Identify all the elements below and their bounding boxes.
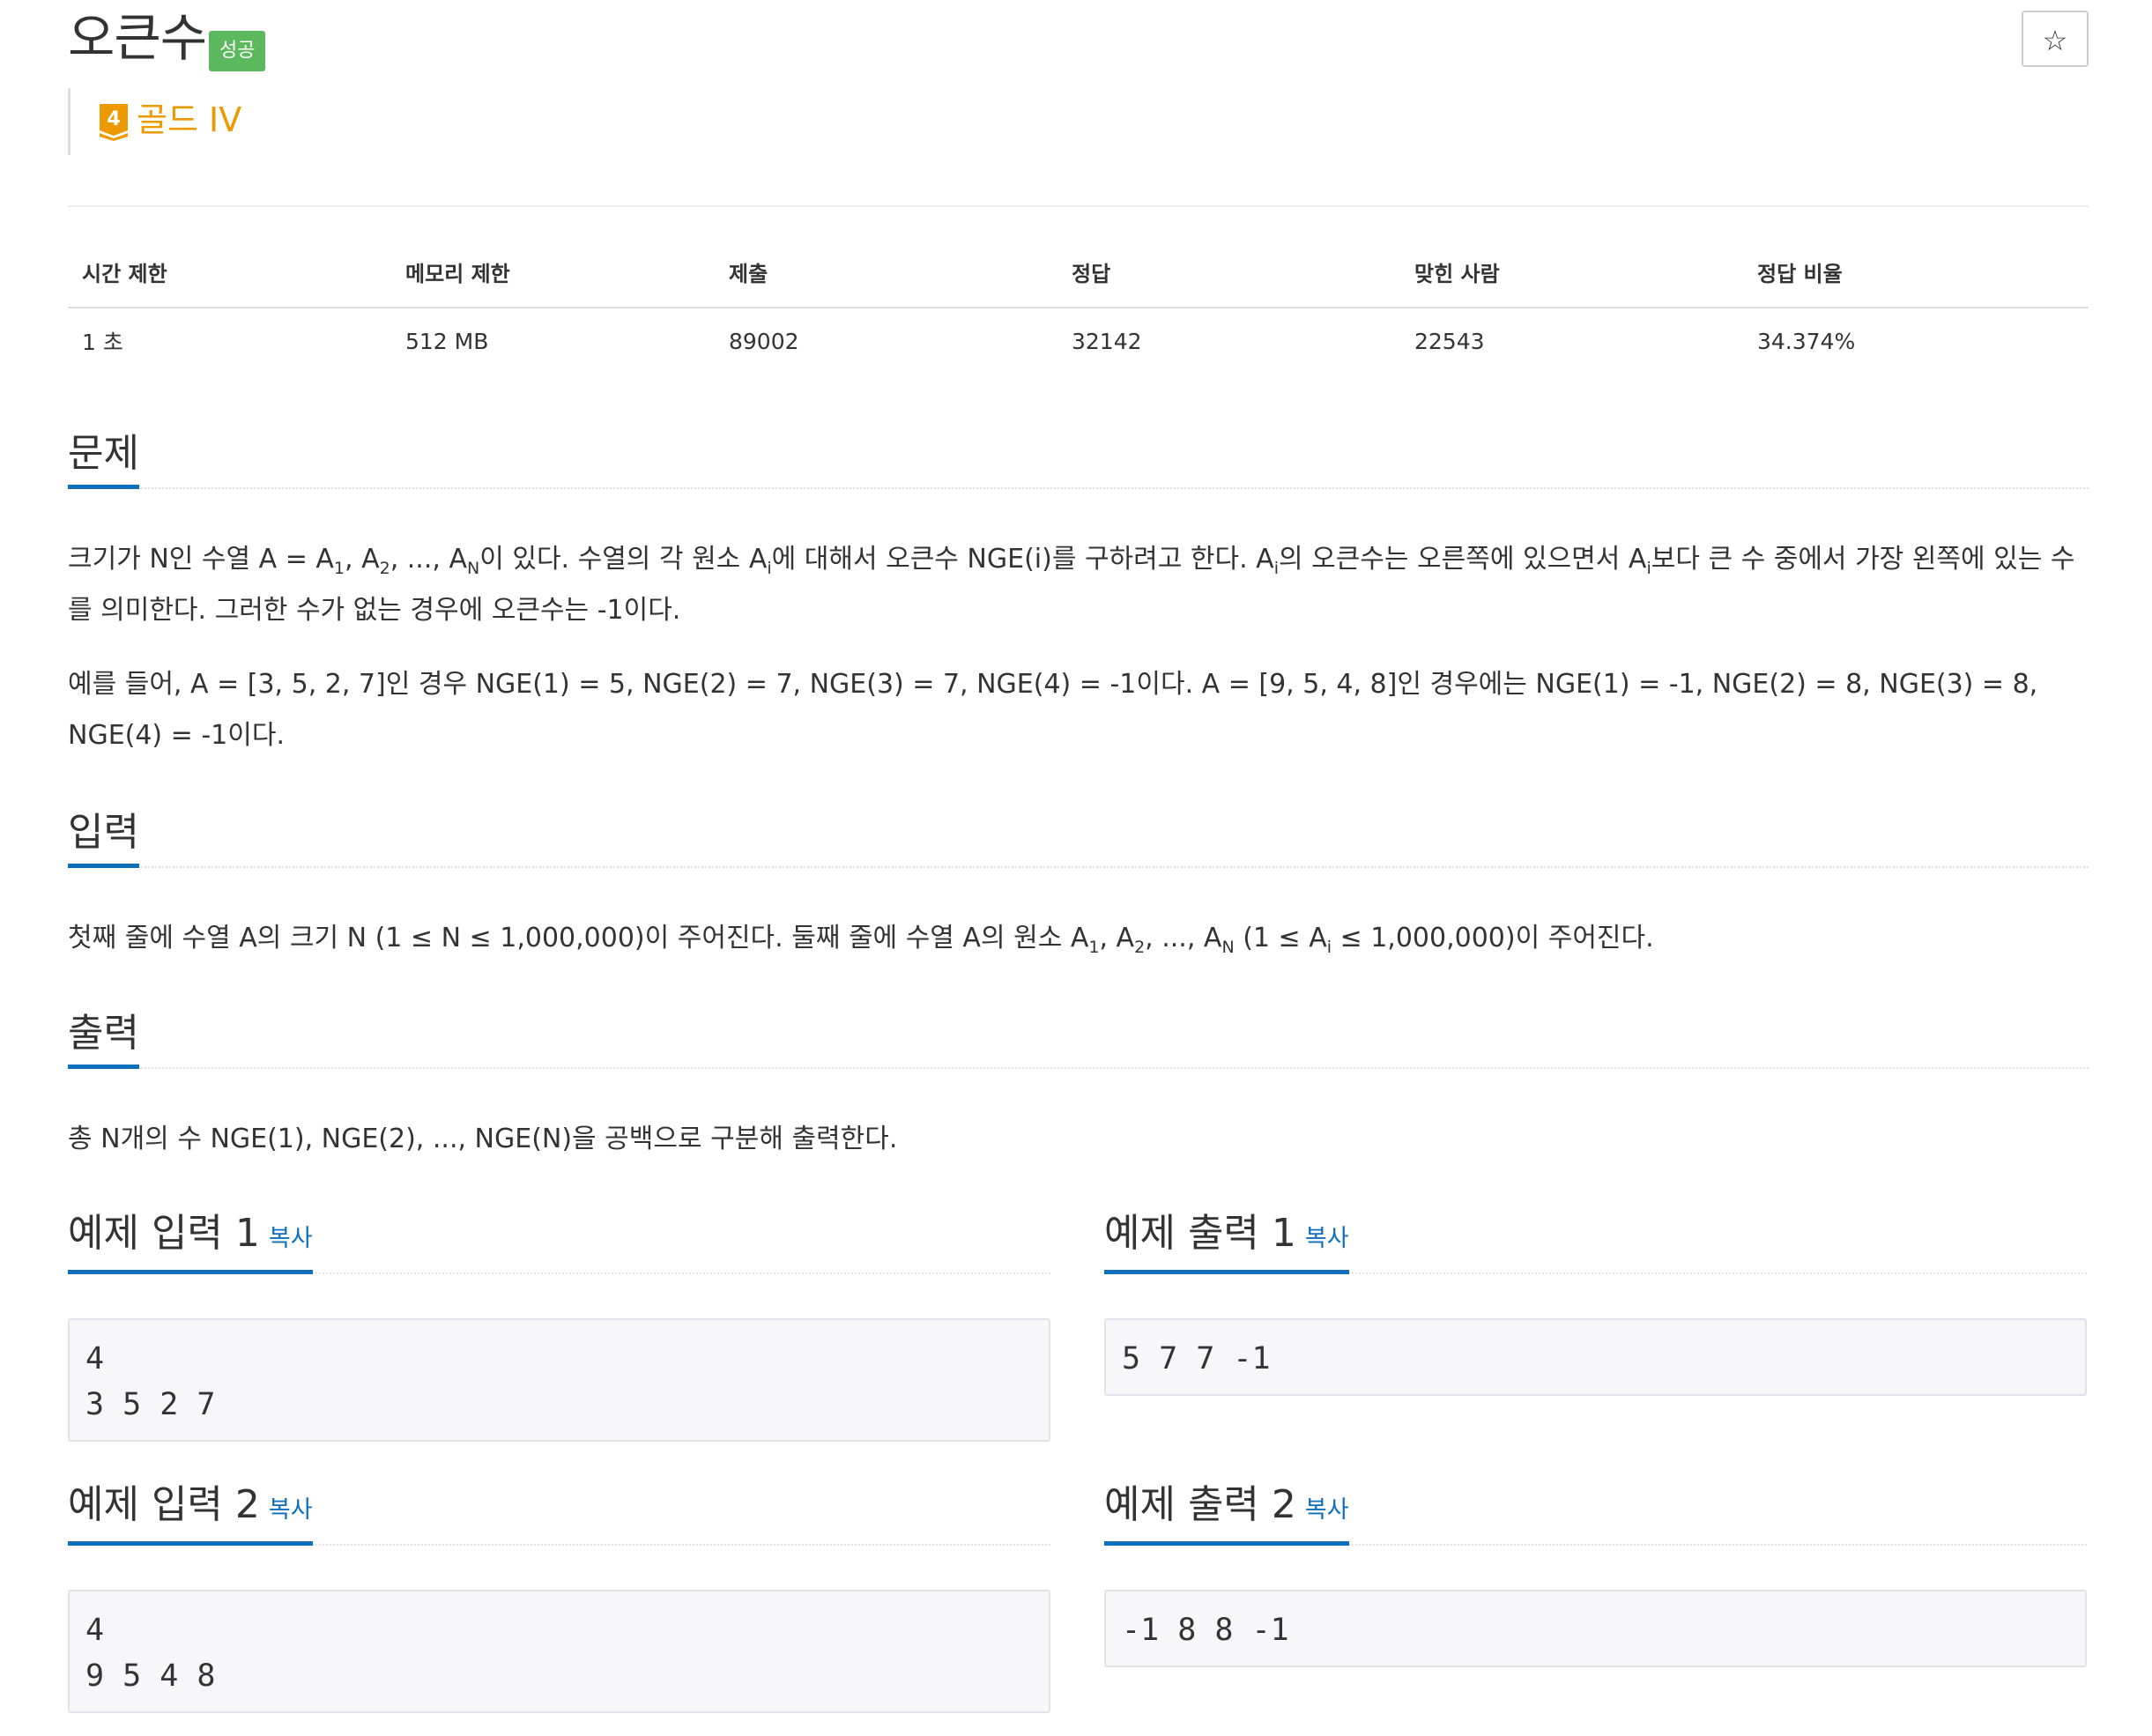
- status-badge: 성공: [209, 31, 266, 71]
- sample-input-2-header: 예제 입력 2 복사: [68, 1473, 1050, 1546]
- input-description: 첫째 줄에 수열 A의 크기 N (1 ≤ N ≤ 1,000,000)이 주어…: [68, 923, 1654, 957]
- sample-input-1-title: 예제 입력 1 복사: [68, 1203, 313, 1274]
- stats-value-row: 1 초 512 MB 89002 32142 22543 34.374%: [68, 308, 2089, 374]
- output-section-header: 출력: [68, 997, 2089, 1069]
- stats-accepted[interactable]: 32142: [1057, 308, 1400, 374]
- description-paragraph-1: 크기가 N인 수열 A = A1, A2, ..., AN이 있다. 수열의 각…: [68, 544, 2075, 626]
- problem-title: 오큰수: [68, 8, 207, 68]
- gold-tier-icon: 4: [100, 104, 128, 141]
- stats-memory-limit: 512 MB: [405, 328, 489, 354]
- stats-header-time-limit: 시간 제한: [68, 236, 391, 308]
- description-section-header: 문제: [68, 417, 2089, 489]
- stats-solvers[interactable]: 22543: [1400, 308, 1743, 374]
- stats-header-row: 시간 제한 메모리 제한 제출 정답 맞힌 사람 정답 비율: [68, 236, 2089, 308]
- sample-input-2: 4 9 5 4 8: [68, 1590, 1050, 1713]
- sample-output-1-title: 예제 출력 1 복사: [1104, 1203, 1349, 1274]
- description-paragraph-2: 예를 들어, A = [3, 5, 2, 7]인 경우 NGE(1) = 5, …: [68, 669, 2038, 751]
- stats-header-memory-limit: 메모리 제한: [391, 236, 715, 308]
- stats-time-limit: 1 초: [82, 330, 123, 355]
- problem-stats-table: 시간 제한 메모리 제한 제출 정답 맞힌 사람 정답 비율 1 초 512 M…: [68, 236, 2089, 374]
- stats-header-submissions: 제출: [715, 236, 1057, 308]
- tier-box: 4 골드 IV: [68, 88, 241, 155]
- sample-output-2-header: 예제 출력 2 복사: [1104, 1473, 2087, 1546]
- sample-output-2-title: 예제 출력 2 복사: [1104, 1474, 1349, 1546]
- output-title: 출력: [68, 1003, 139, 1069]
- sample-input-2-title: 예제 입력 2 복사: [68, 1474, 313, 1546]
- sample-output-1-header: 예제 출력 1 복사: [1104, 1202, 2087, 1274]
- tier-number: 4: [107, 108, 120, 130]
- sample-input-1: 4 3 5 2 7: [68, 1318, 1050, 1442]
- input-title: 입력: [68, 802, 139, 868]
- sample-output-1: 5 7 7 -1: [1104, 1318, 2087, 1396]
- stats-header-accepted: 정답: [1057, 236, 1400, 308]
- star-button[interactable]: ☆: [2022, 11, 2089, 67]
- description-title: 문제: [68, 423, 139, 489]
- stats-submissions[interactable]: 89002: [715, 308, 1057, 374]
- divider: [68, 205, 2089, 207]
- title-row: 오큰수 성공 ☆: [68, 2, 2089, 72]
- copy-sample-input-1-link[interactable]: 복사: [269, 1225, 313, 1252]
- output-description: 총 N개의 수 NGE(1), NGE(2), ..., NGE(N)을 공백으…: [68, 1124, 898, 1154]
- stats-header-ratio: 정답 비율: [1743, 236, 2089, 308]
- sample-output-2: -1 8 8 -1: [1104, 1590, 2087, 1667]
- stats-ratio: 34.374%: [1757, 328, 1856, 354]
- tier-label[interactable]: 골드 IV: [137, 97, 241, 143]
- sample-input-1-header: 예제 입력 1 복사: [68, 1202, 1050, 1274]
- stats-header-solvers: 맞힌 사람: [1400, 236, 1743, 308]
- copy-sample-output-1-link[interactable]: 복사: [1305, 1225, 1349, 1252]
- copy-sample-input-2-link[interactable]: 복사: [269, 1496, 313, 1524]
- copy-sample-output-2-link[interactable]: 복사: [1305, 1496, 1349, 1524]
- input-section-header: 입력: [68, 796, 2089, 868]
